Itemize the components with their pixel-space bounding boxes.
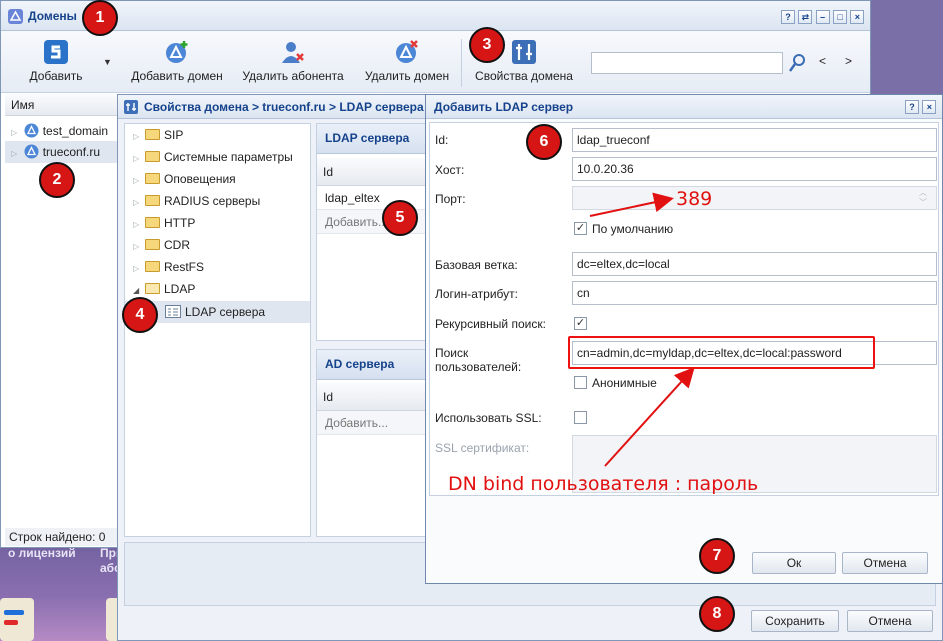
step-badge: 5: [382, 200, 418, 236]
port-arrow: [589, 192, 674, 217]
step-badge: 3: [469, 27, 505, 63]
step-badge: 4: [122, 297, 158, 333]
dn-annotation: DN bind пользователя : пароль: [448, 473, 759, 495]
step-badge: 2: [39, 162, 75, 198]
port-annotation: 389: [676, 188, 713, 210]
step-badge: 7: [699, 538, 735, 574]
step-badge: 1: [82, 0, 118, 36]
dn-arrow: [604, 367, 695, 467]
step-badge: 6: [526, 124, 562, 160]
step-badge: 8: [699, 596, 735, 632]
